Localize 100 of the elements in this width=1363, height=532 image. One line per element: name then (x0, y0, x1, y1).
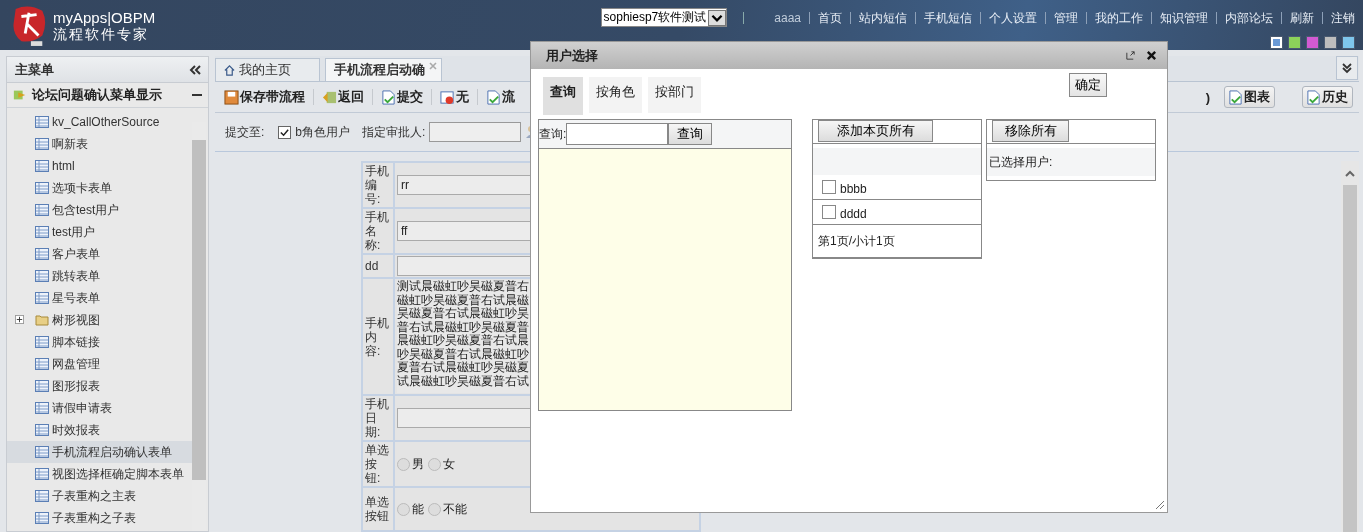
tree-item[interactable]: html (7, 155, 192, 177)
home-icon (224, 64, 235, 76)
field-label: 手机名称: (362, 208, 394, 254)
radio-option[interactable]: 男 (397, 455, 424, 473)
table-icon (35, 489, 49, 503)
search-field[interactable] (566, 123, 669, 145)
tree-item[interactable]: kv_CallOtherSource (7, 111, 192, 133)
radio-option[interactable]: 能 (397, 500, 424, 518)
nav-link[interactable]: 内部论坛 (1216, 11, 1281, 24)
table-icon (35, 225, 49, 239)
add-all-button[interactable]: 添加本页所有 (818, 120, 933, 142)
tree-item[interactable]: 选项卡表单 (7, 177, 192, 199)
tab[interactable]: 按部门 (648, 77, 701, 113)
nav-link[interactable]: 手机短信 (915, 11, 980, 24)
tree-item[interactable]: 视图选择框确定脚本表单 (7, 463, 192, 485)
table-icon (35, 335, 49, 349)
tab[interactable]: 查询 (543, 77, 583, 115)
checkbox-label: b角色用户 (295, 123, 351, 141)
tree-item[interactable]: 子表重构之子表 (7, 507, 192, 529)
theme-swatch[interactable] (1342, 36, 1355, 49)
expand-icon[interactable] (15, 315, 24, 324)
approver-label: 指定审批人: (362, 123, 426, 141)
nav-link[interactable]: 管理 (1045, 11, 1086, 24)
tree-item[interactable]: 图形报表 (7, 375, 192, 397)
nav-link[interactable]: 知识管理 (1151, 11, 1216, 24)
tree-item[interactable]: 包含test用户 (7, 199, 192, 221)
document-check-icon (381, 89, 396, 105)
tab[interactable]: 按角色 (589, 77, 642, 113)
nav-link[interactable]: aaaa (766, 11, 809, 24)
tree-item[interactable]: 手机流程启动确认表单 (7, 441, 192, 463)
scroll-up-icon[interactable] (1344, 169, 1356, 177)
selected-users-label: 已选择用户: (989, 153, 1053, 171)
tree-item[interactable]: 啊新表 (7, 133, 192, 155)
checkbox[interactable] (822, 180, 836, 194)
theme-swatch[interactable] (1270, 36, 1283, 49)
nav-link[interactable]: 刷新 (1281, 11, 1322, 24)
submit-label: 提交至: (225, 123, 265, 141)
module-icon (13, 88, 27, 102)
nav-link[interactable]: 首页 (809, 11, 850, 24)
close-icon[interactable] (1146, 50, 1157, 61)
checkbox[interactable] (822, 205, 836, 219)
popout-icon[interactable] (1125, 50, 1136, 61)
tree-item[interactable]: 客户表单 (7, 243, 192, 265)
tree-item[interactable]: 脚本链接 (7, 331, 192, 353)
toolbar-button[interactable]: 历史 (1302, 86, 1353, 108)
tree-item[interactable]: 时效报表 (7, 419, 192, 441)
radio-option[interactable]: 不能 (428, 500, 467, 518)
nav-link[interactable]: 站内短信 (850, 11, 915, 24)
toolbar-button[interactable]: 提交 (379, 88, 425, 106)
tree-item[interactable]: 跳转表单 (7, 265, 192, 287)
radio-option[interactable]: 女 (428, 455, 455, 473)
tab[interactable]: 手机流程启动确 (325, 58, 442, 81)
table-icon (35, 269, 49, 283)
tree-item[interactable]: 子表重构之主表 (7, 485, 192, 507)
toolbar-text: ) (1205, 89, 1210, 105)
table-icon (35, 511, 49, 525)
field-label: 单选按钮 (362, 487, 394, 531)
document-icon (440, 89, 455, 105)
toolbar-button[interactable]: 返回 (320, 88, 366, 106)
resize-grip-icon[interactable] (1153, 498, 1165, 510)
search-button[interactable]: 查询 (668, 123, 713, 145)
app-subtitle: 流程软件专家 (53, 26, 149, 43)
table-icon (35, 115, 49, 129)
table-icon (35, 445, 49, 459)
table-icon (35, 379, 49, 393)
tree-item[interactable]: 网盘管理 (7, 353, 192, 375)
scrollbar[interactable] (1341, 161, 1359, 532)
tree-item[interactable]: test用户 (7, 221, 192, 243)
table-icon (35, 247, 49, 261)
table-icon (35, 203, 49, 217)
app-select[interactable]: sophiesp7软件测试 (600, 8, 728, 27)
confirm-button[interactable]: 确定 (1069, 73, 1107, 97)
folder-icon (35, 313, 49, 327)
document-check-icon (1306, 89, 1321, 105)
menu-section-title[interactable]: 论坛问题确认菜单显示 (32, 86, 187, 104)
table-icon (35, 357, 49, 371)
checkbox[interactable] (278, 125, 292, 139)
theme-swatch[interactable] (1324, 36, 1337, 49)
nav-link[interactable]: 个人设置 (980, 11, 1045, 24)
tree-item[interactable]: 树形视图 (7, 309, 192, 331)
remove-all-button[interactable]: 移除所有 (992, 120, 1069, 142)
more-tabs-icon[interactable] (1336, 56, 1358, 80)
back-icon (322, 89, 337, 105)
table-icon (35, 181, 49, 195)
approver-field[interactable] (429, 122, 522, 142)
tree-item[interactable]: 请假申请表 (7, 397, 192, 419)
nav-link[interactable]: 注销 (1322, 11, 1355, 24)
nav-link[interactable]: 我的工作 (1086, 11, 1151, 24)
theme-swatch[interactable] (1306, 36, 1319, 49)
tab[interactable]: 我的主页 (215, 58, 320, 81)
toolbar-button[interactable]: 保存带流程 (222, 88, 307, 106)
user-name: bbbb (840, 182, 867, 196)
collapse-icon[interactable] (188, 62, 202, 77)
save-icon (224, 89, 239, 105)
toolbar-button[interactable]: 流 (484, 88, 517, 106)
tree-item[interactable]: 星号表单 (7, 287, 192, 309)
toolbar-button[interactable]: 图表 (1224, 86, 1275, 108)
theme-swatch[interactable] (1288, 36, 1301, 49)
toolbar-button[interactable]: 无 (438, 88, 471, 106)
field-label: 手机内容: (362, 278, 394, 395)
